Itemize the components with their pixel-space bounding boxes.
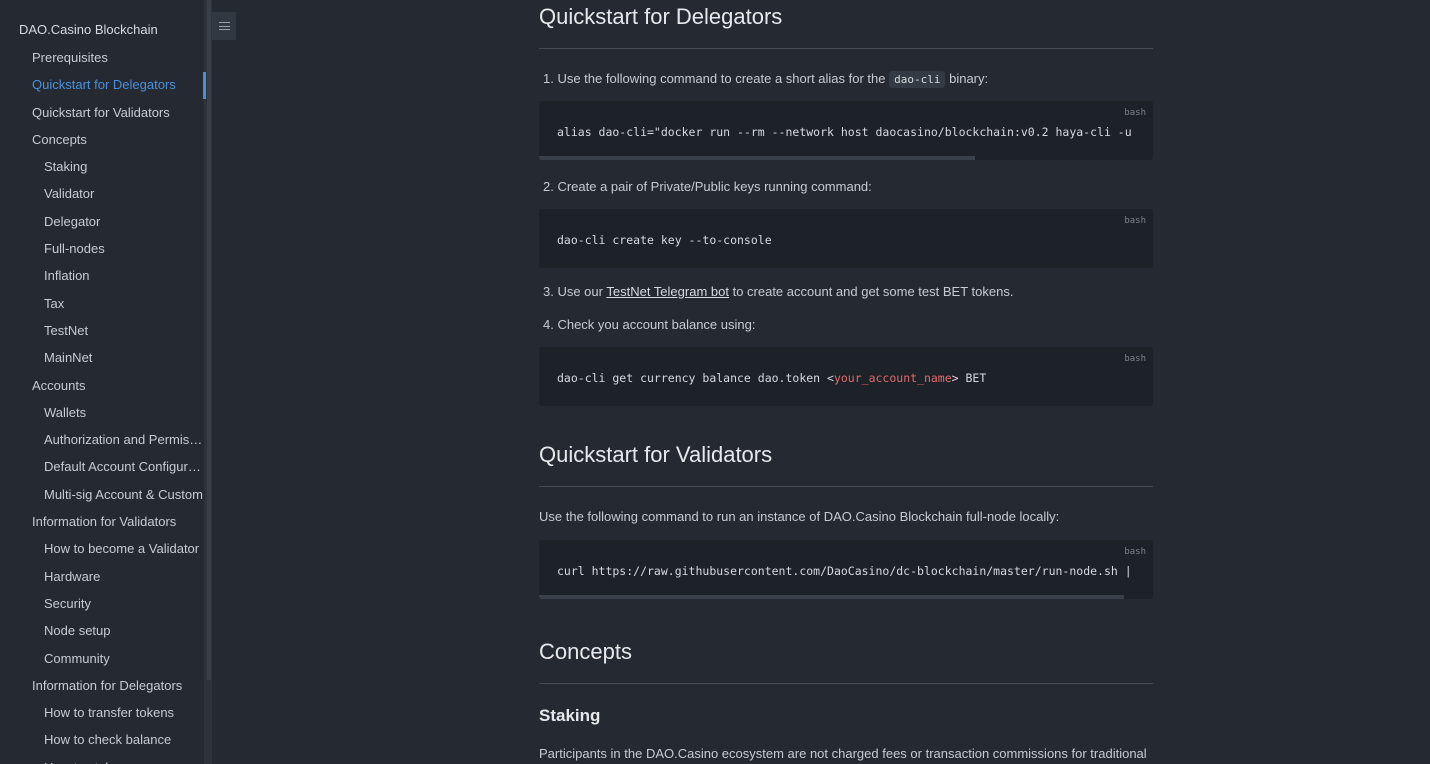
- sidebar-item[interactable]: Prerequisites: [0, 44, 204, 71]
- code-balance: dao-cli get currency balance dao.token <…: [557, 371, 986, 385]
- sidebar-item[interactable]: How to become a Validator: [0, 535, 204, 562]
- heading-quickstart-validators: Quickstart for Validators: [539, 442, 773, 467]
- sidebar-item[interactable]: Validator: [0, 180, 204, 207]
- code-lang-label: bash: [1124, 108, 1146, 118]
- active-item-indicator: [203, 72, 206, 99]
- code-lang-label: bash: [1124, 216, 1146, 226]
- step-3-before: 3. Use our: [543, 284, 607, 299]
- code-horizontal-scrollbar[interactable]: [539, 595, 1124, 599]
- sidebar-item[interactable]: Quickstart for Delegators: [0, 71, 204, 98]
- sidebar-item[interactable]: Delegator: [0, 208, 204, 235]
- sidebar-item[interactable]: Multi-sig Account & Custom: [0, 481, 204, 508]
- sidebar-item[interactable]: Wallets: [0, 399, 204, 426]
- code-run-node: curl https://raw.githubusercontent.com/D…: [557, 564, 1132, 578]
- code-block-create-key[interactable]: bash dao-cli create key --to-console: [539, 209, 1153, 268]
- sidebar-toggle-button[interactable]: [212, 12, 236, 40]
- step-3-after: to create account and get some test BET …: [728, 284, 1014, 299]
- heading-concepts: Concepts: [539, 639, 632, 664]
- step-2-text: 2. Create a pair of Private/Public keys …: [543, 179, 872, 194]
- telegram-bot-link[interactable]: TestNet Telegram bot: [606, 284, 729, 299]
- sidebar-item[interactable]: Node setup: [0, 617, 204, 644]
- step-1-text: 1. Use the following command to create a…: [543, 71, 989, 88]
- sidebar-item[interactable]: Concepts: [0, 126, 204, 153]
- sidebar-item[interactable]: Full-nodes: [0, 235, 204, 262]
- code-alias: alias dao-cli="docker run --rm --network…: [557, 125, 1132, 139]
- sidebar-item[interactable]: Information for Validators: [0, 508, 204, 535]
- sidebar-item[interactable]: Inflation: [0, 262, 204, 289]
- sidebar-item[interactable]: TestNet: [0, 317, 204, 344]
- code-balance-variable: your_account_name: [833, 371, 952, 385]
- step-1-before: 1. Use the following command to create a…: [543, 71, 890, 86]
- sidebar: DAO.Casino Blockchain Prerequisites Quick…: [0, 0, 204, 764]
- sidebar-item[interactable]: Information for Delegators: [0, 672, 204, 699]
- step-4-text: 4. Check you account balance using:: [543, 317, 756, 332]
- sidebar-item[interactable]: Tax: [0, 290, 204, 317]
- divider: [539, 486, 1153, 487]
- sidebar-item[interactable]: How to transfer tokens: [0, 699, 204, 726]
- sidebar-nav: Prerequisites Quickstart for Delegators Qu…: [0, 44, 204, 764]
- heading-staking: Staking: [539, 706, 601, 725]
- sidebar-title[interactable]: DAO.Casino Blockchain: [19, 22, 158, 37]
- inline-code-dao-cli: dao-cli: [889, 71, 946, 88]
- code-lang-label: bash: [1124, 354, 1146, 364]
- code-block-run-node[interactable]: bash curl https://raw.githubusercontent.…: [539, 540, 1153, 599]
- heading-quickstart-delegators: Quickstart for Delegators: [539, 4, 783, 29]
- code-block-balance[interactable]: bash dao-cli get currency balance dao.to…: [539, 347, 1153, 406]
- staking-text: Participants in the DAO.Casino ecosystem…: [539, 746, 1147, 761]
- code-lang-label: bash: [1124, 547, 1146, 557]
- hamburger-menu-icon: [218, 20, 230, 33]
- code-balance-before: dao-cli get currency balance dao.token <: [557, 371, 834, 385]
- sidebar-item[interactable]: How to stake: [0, 754, 204, 764]
- sidebar-item[interactable]: Accounts: [0, 372, 204, 399]
- sidebar-item[interactable]: How to check balance: [0, 726, 204, 753]
- sidebar-item[interactable]: Security: [0, 590, 204, 617]
- sidebar-item[interactable]: Default Account Configuration: [0, 453, 204, 480]
- sidebar-item[interactable]: Authorization and Permissions: [0, 426, 204, 453]
- sidebar-item[interactable]: MainNet: [0, 344, 204, 371]
- step-3-text: 3. Use our TestNet Telegram bot to creat…: [543, 284, 1013, 299]
- sidebar-item[interactable]: Community: [0, 645, 204, 672]
- sidebar-item[interactable]: Quickstart for Validators: [0, 99, 204, 126]
- code-block-alias[interactable]: bash alias dao-cli="docker run --rm --ne…: [539, 101, 1153, 160]
- sidebar-scrollbar[interactable]: [207, 0, 211, 680]
- validators-text: Use the following command to run an inst…: [539, 509, 1060, 524]
- code-horizontal-scrollbar[interactable]: [539, 156, 975, 160]
- step-1-after: binary:: [945, 71, 989, 86]
- sidebar-item[interactable]: Staking: [0, 153, 204, 180]
- divider: [539, 48, 1153, 49]
- code-balance-after: > BET: [951, 371, 987, 385]
- sidebar-item[interactable]: Hardware: [0, 563, 204, 590]
- divider: [539, 683, 1153, 684]
- code-create-key: dao-cli create key --to-console: [557, 233, 772, 247]
